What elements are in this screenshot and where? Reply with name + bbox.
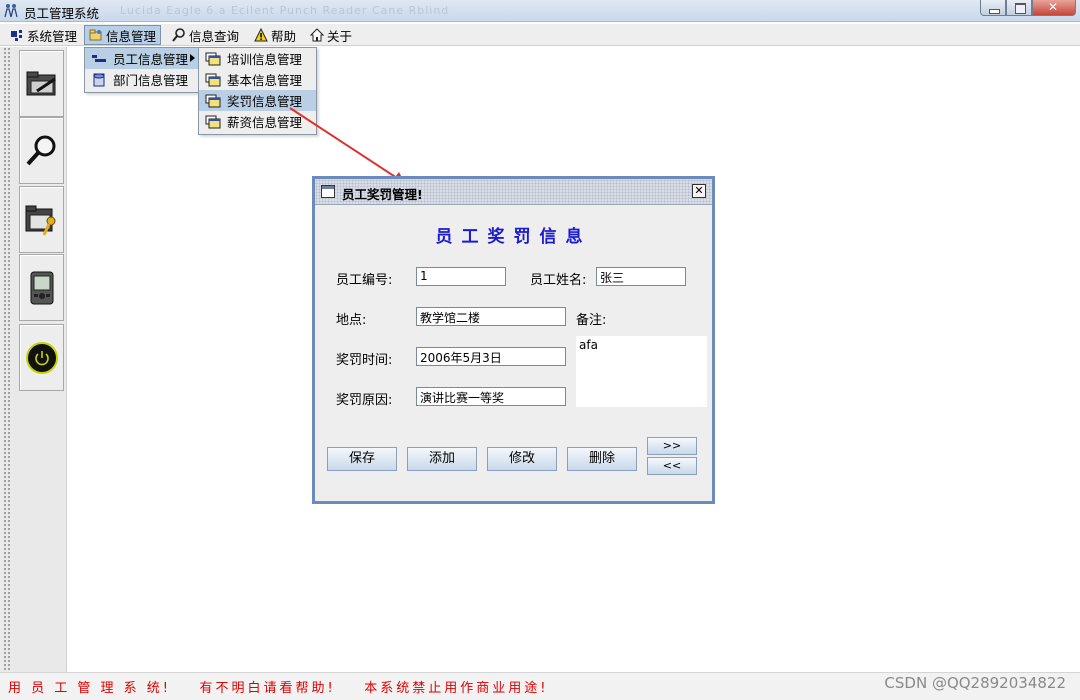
menu-basic-info[interactable]: 基本信息管理	[199, 69, 316, 90]
employee-id-input[interactable]: 1	[416, 267, 506, 286]
maximize-button[interactable]	[1006, 0, 1032, 16]
delete-button[interactable]: 删除	[567, 447, 637, 471]
stacked-windows-icon	[205, 73, 221, 87]
submenu-arrow-icon	[190, 54, 195, 62]
reward-time-input[interactable]: 2006年5月3日	[416, 347, 566, 366]
employee-bar-icon	[91, 52, 107, 66]
menu-about-label: 关于	[327, 28, 353, 44]
title-ghost-text: Lucida Eagle 6.a Ecilent Punch Reader Ca…	[120, 4, 450, 16]
toolbar-button-device[interactable]	[19, 254, 64, 321]
menu-help[interactable]: 帮助	[250, 25, 300, 45]
edit-button[interactable]: 修改	[487, 447, 557, 471]
menu-basic-info-label: 基本信息管理	[227, 73, 303, 88]
app-people-icon	[4, 4, 18, 18]
stacked-windows-icon	[205, 94, 221, 108]
employee-name-label: 员工姓名:	[530, 273, 587, 288]
form-heading: 员工奖罚信息	[435, 227, 592, 247]
menu-info-query[interactable]: 信息查询	[168, 25, 243, 45]
menu-employee-info[interactable]: 员工信息管理	[85, 48, 199, 69]
toolbar-button-search[interactable]	[19, 117, 64, 184]
status-message: 用 员 工 管 理 系 统! 有不明白请看帮助! 本系统禁止用作商业用途!	[8, 681, 549, 696]
menu-system[interactable]: 系统管理	[6, 25, 81, 45]
toolbar-button-folder-key[interactable]	[19, 186, 64, 253]
toolbar-button-power[interactable]	[19, 324, 64, 391]
info-management-menu: 员工信息管理 部门信息管理	[84, 47, 200, 93]
reward-reason-input[interactable]: 演讲比赛一等奖	[416, 387, 566, 406]
reward-reason-label: 奖罚原因:	[336, 393, 393, 408]
left-toolbar	[0, 47, 67, 672]
menu-query-label: 信息查询	[189, 28, 240, 44]
note-label: 备注:	[576, 313, 607, 328]
window-controls	[980, 0, 1076, 16]
system-grid-icon	[10, 28, 24, 42]
csdn-watermark: CSDN @QQ2892034822	[884, 674, 1066, 692]
warning-triangle-icon	[254, 27, 268, 42]
menu-help-label: 帮助	[271, 28, 297, 44]
employee-id-label: 员工编号:	[336, 273, 393, 288]
previous-record-button[interactable]: <<	[647, 457, 697, 475]
menu-info-management[interactable]: 信息管理	[84, 25, 162, 45]
window-icon	[321, 185, 335, 198]
magnifier-icon	[172, 28, 186, 42]
folder-edit-icon	[26, 71, 56, 96]
toolbar-grip[interactable]	[3, 47, 11, 672]
menu-salary-info[interactable]: 薪资信息管理	[199, 111, 316, 132]
menu-training-info-label: 培训信息管理	[227, 52, 303, 67]
next-record-button[interactable]: >>	[647, 437, 697, 455]
title-bar: 员工管理系统 Lucida Eagle 6.a Ecilent Punch Re…	[0, 0, 1080, 22]
reward-punish-dialog: 员工奖罚管理! ✕ 员工奖罚信息 员工编号: 1 员工姓名: 张三 地点: 教学…	[312, 176, 715, 504]
menu-training-info[interactable]: 培训信息管理	[199, 48, 316, 69]
menu-info-label: 信息管理	[106, 28, 157, 44]
power-icon	[26, 342, 58, 374]
window-title: 员工管理系统	[24, 6, 100, 21]
menu-department-info[interactable]: 部门信息管理	[85, 69, 199, 90]
menu-bar: 系统管理 信息管理 信息查询 帮助 关于	[0, 24, 1080, 46]
dialog-title: 员工奖罚管理!	[342, 187, 423, 202]
place-input[interactable]: 教学馆二楼	[416, 307, 566, 326]
reward-time-label: 奖罚时间:	[336, 353, 393, 368]
department-cylinder-icon	[91, 73, 107, 87]
info-folder-icon	[89, 28, 103, 42]
stacked-windows-icon	[205, 115, 221, 129]
status-bar: 用 员 工 管 理 系 统! 有不明白请看帮助! 本系统禁止用作商业用途! CS…	[0, 672, 1080, 700]
menu-system-label: 系统管理	[27, 28, 78, 44]
employee-info-submenu: 培训信息管理 基本信息管理 奖罚信息管理 薪资信息管理	[198, 47, 317, 135]
handheld-device-icon	[30, 271, 54, 305]
menu-employee-info-label: 员工信息管理	[113, 52, 189, 67]
menu-reward-punish-info[interactable]: 奖罚信息管理	[199, 90, 316, 111]
search-magnifier-icon	[26, 135, 56, 166]
dialog-close-button[interactable]: ✕	[692, 184, 706, 198]
save-button[interactable]: 保存	[327, 447, 397, 471]
note-textarea[interactable]: afa	[576, 336, 707, 407]
folder-key-icon	[25, 205, 56, 236]
place-label: 地点:	[336, 313, 367, 328]
menu-reward-punish-info-label: 奖罚信息管理	[227, 94, 303, 109]
minimize-button[interactable]	[980, 0, 1006, 16]
dialog-title-bar[interactable]: 员工奖罚管理! ✕	[315, 179, 712, 205]
stacked-windows-icon	[205, 52, 221, 66]
add-button[interactable]: 添加	[407, 447, 477, 471]
toolbar-button-folder-edit[interactable]	[19, 50, 64, 117]
menu-department-info-label: 部门信息管理	[113, 73, 189, 88]
close-window-button[interactable]	[1032, 0, 1076, 16]
house-icon	[309, 28, 325, 42]
menu-salary-info-label: 薪资信息管理	[227, 115, 303, 130]
employee-name-input[interactable]: 张三	[596, 267, 686, 286]
menu-about[interactable]: 关于	[306, 25, 356, 45]
dialog-body: 员工奖罚管理! ✕ 员工奖罚信息 员工编号: 1 员工姓名: 张三 地点: 教学…	[315, 179, 712, 501]
